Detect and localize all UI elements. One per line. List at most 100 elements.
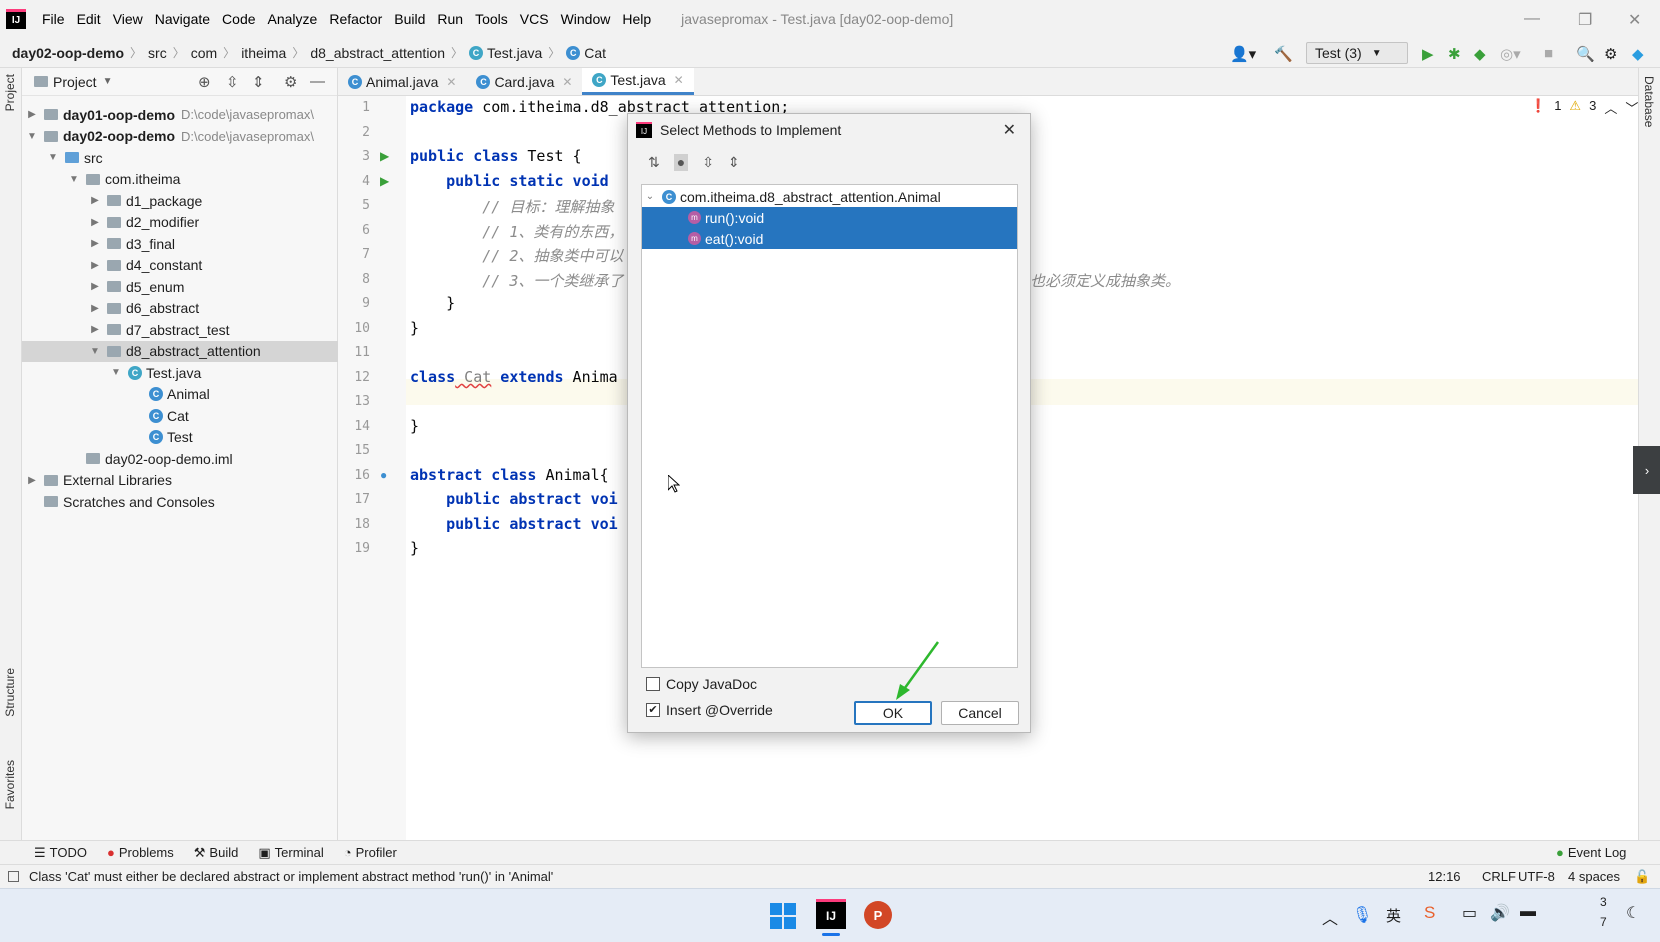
breadcrumb-project[interactable]: day02-oop-demo	[12, 45, 124, 61]
chevron-down-icon[interactable]: ▼	[89, 346, 101, 357]
caret-position[interactable]: 12:16	[1428, 869, 1461, 884]
run-gutter-icon[interactable]: ▶	[380, 149, 389, 163]
indent-setting[interactable]: 4 spaces	[1568, 869, 1620, 884]
user-icon[interactable]: 👤▾	[1230, 45, 1256, 63]
chevron-down-icon[interactable]: ▼	[47, 152, 59, 163]
chevron-down-icon[interactable]: ⌄	[644, 191, 656, 202]
search-icon[interactable]: 🔍	[1576, 45, 1595, 63]
chevron-right-icon[interactable]: ▶	[89, 238, 101, 249]
chevron-down-icon[interactable]: ▼	[68, 174, 80, 185]
sogou-icon[interactable]: S	[1424, 903, 1435, 923]
hide-panel-icon[interactable]: —	[310, 73, 325, 90]
tree-item[interactable]: ▼ C Test.java	[22, 362, 338, 383]
run-icon[interactable]: ▶	[1422, 45, 1434, 63]
problems-tab[interactable]: ● Problems	[107, 845, 174, 860]
close-icon[interactable]: ✕	[562, 75, 572, 89]
breadcrumb-package[interactable]: d8_abstract_attention	[310, 45, 445, 61]
intellij-taskbar-icon[interactable]: IJ	[816, 899, 846, 929]
tree-item[interactable]: ▼ src	[22, 147, 338, 168]
tree-item[interactable]: ▶ External Libraries	[22, 470, 338, 491]
network-icon[interactable]: ▭	[1462, 903, 1477, 923]
cancel-button[interactable]: Cancel	[941, 701, 1019, 725]
locate-icon[interactable]: ⊕	[198, 73, 211, 91]
tree-item[interactable]: ▶ d7_abstract_test	[22, 319, 338, 340]
tree-item[interactable]: ▶ d2_modifier	[22, 212, 338, 233]
menu-code[interactable]: Code	[216, 11, 261, 27]
chevron-right-icon[interactable]: ›	[1633, 446, 1660, 494]
chevron-right-icon[interactable]: ▶	[89, 195, 101, 206]
sort-alphabetically-icon[interactable]: ⇅	[648, 154, 660, 171]
status-toggle-icon[interactable]	[8, 871, 19, 882]
insert-override-option[interactable]: ✔ Insert @Override	[646, 702, 773, 718]
menu-edit[interactable]: Edit	[71, 11, 107, 27]
tree-item[interactable]: C Cat	[22, 405, 338, 426]
breadcrumb-src[interactable]: src	[148, 45, 167, 61]
breadcrumb-file[interactable]: C Test.java	[469, 45, 542, 61]
tree-item[interactable]: ▶ d5_enum	[22, 276, 338, 297]
menu-analyze[interactable]: Analyze	[262, 11, 324, 27]
clock-top[interactable]: 3	[1600, 895, 1607, 909]
tree-item[interactable]: ▼ d8_abstract_attention	[22, 340, 338, 362]
run-configuration-select[interactable]: Test (3) ▼	[1306, 42, 1408, 64]
menu-run[interactable]: Run	[431, 11, 469, 27]
chevron-down-icon[interactable]: ▼	[26, 131, 38, 142]
tab-animal-java[interactable]: C Animal.java ✕	[338, 68, 466, 95]
build-hammer-icon[interactable]: 🔨	[1274, 45, 1293, 63]
file-encoding[interactable]: UTF-8	[1518, 869, 1555, 884]
debug-icon[interactable]: ✱	[1448, 45, 1461, 63]
implemented-gutter-icon[interactable]: ●	[380, 468, 387, 482]
chevron-right-icon[interactable]: ▶	[26, 475, 38, 486]
profile-icon[interactable]: ◎▾	[1500, 45, 1521, 63]
chevron-right-icon[interactable]: ▶	[89, 217, 101, 228]
show-classes-icon[interactable]: ●	[673, 154, 689, 171]
breadcrumb-itheima[interactable]: itheima	[241, 45, 286, 61]
notification-icon[interactable]: ☾	[1626, 903, 1640, 923]
chevron-right-icon[interactable]: ▶	[26, 109, 38, 120]
ok-button[interactable]: OK	[854, 701, 932, 725]
chevron-up-icon[interactable]: ︿	[1322, 905, 1338, 929]
close-icon[interactable]: ✕	[1003, 120, 1016, 140]
tree-item[interactable]: ▶ day01-oop-demo D:\code\javasepromax\	[22, 104, 338, 125]
tree-item[interactable]: day02-oop-demo.iml	[22, 448, 338, 469]
tree-item[interactable]: ▶ d1_package	[22, 190, 338, 211]
tree-item[interactable]: ▼ com.itheima	[22, 169, 338, 190]
volume-icon[interactable]: 🔊	[1490, 903, 1510, 923]
battery-icon[interactable]: ▬	[1520, 903, 1536, 921]
chevron-right-icon[interactable]: ▶	[89, 281, 101, 292]
microphone-icon[interactable]: 🎙	[1352, 905, 1372, 925]
event-log-tab[interactable]: ● Event Log	[1556, 845, 1626, 860]
project-panel-title[interactable]: Project	[53, 74, 97, 90]
profiler-tab[interactable]: ◔ Profiler	[344, 845, 397, 860]
method-item-eat[interactable]: m eat():void	[642, 228, 1017, 249]
menu-tools[interactable]: Tools	[469, 11, 514, 27]
tree-item[interactable]: ▼ day02-oop-demo D:\code\javasepromax\	[22, 126, 338, 147]
menu-refactor[interactable]: Refactor	[323, 11, 388, 27]
copy-javadoc-checkbox[interactable]	[646, 677, 660, 691]
gear-icon[interactable]: ⚙	[284, 73, 297, 91]
menu-vcs[interactable]: VCS	[514, 11, 555, 27]
database-tool-tab[interactable]: Database	[1642, 76, 1656, 127]
expand-all-icon[interactable]: ⇳	[702, 154, 714, 171]
tree-item[interactable]: C Animal	[22, 384, 338, 405]
run-gutter-icon[interactable]: ▶	[380, 174, 389, 188]
tab-card-java[interactable]: C Card.java ✕	[466, 68, 582, 95]
menu-build[interactable]: Build	[388, 11, 431, 27]
project-tool-tab[interactable]: Project	[3, 74, 17, 111]
breadcrumb-com[interactable]: com	[191, 45, 217, 61]
stop-icon[interactable]: ■	[1544, 45, 1553, 62]
collapse-all-icon[interactable]: ⇕	[252, 73, 265, 91]
terminal-tab[interactable]: ▣ Terminal	[258, 845, 323, 861]
restore-icon[interactable]: ❐	[1578, 10, 1592, 30]
lock-icon[interactable]: 🔓	[1634, 869, 1650, 885]
input-method-icon[interactable]: 英	[1386, 905, 1401, 926]
tree-item[interactable]: ▶ d6_abstract	[22, 298, 338, 319]
chevron-down-icon[interactable]: ﹀	[1625, 98, 1638, 117]
chevron-right-icon[interactable]: ▶	[89, 324, 101, 335]
chevron-down-icon[interactable]: ▼	[103, 76, 113, 87]
close-icon[interactable]: ✕	[674, 73, 684, 87]
coverage-icon[interactable]: ◆	[1474, 45, 1486, 63]
tree-node-animal[interactable]: ⌄ C com.itheima.d8_abstract_attention.An…	[642, 186, 1017, 207]
tree-item[interactable]: ▶ d3_final	[22, 233, 338, 254]
favorites-tool-tab[interactable]: Favorites	[3, 760, 17, 809]
collapse-all-icon[interactable]: ⇕	[728, 154, 740, 171]
